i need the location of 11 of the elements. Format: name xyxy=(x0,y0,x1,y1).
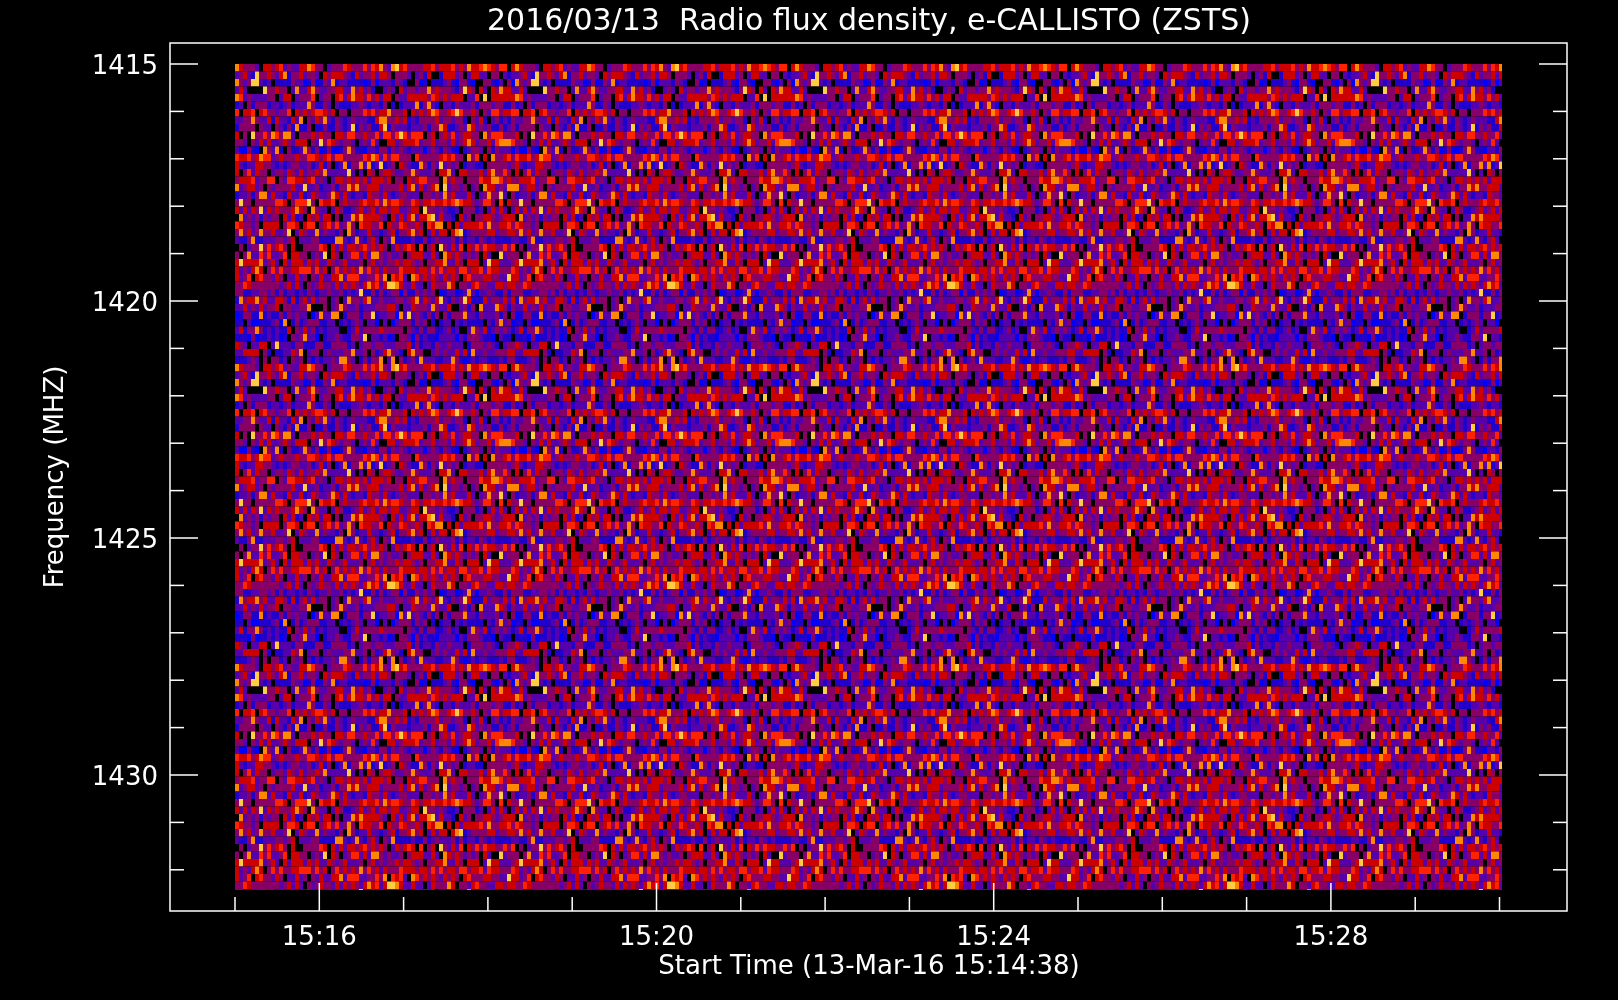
chart-title: 2016/03/13 Radio flux density, e-CALLISTO (ZSTS) xyxy=(487,2,1251,37)
y-tick-label: 1420 xyxy=(91,287,158,317)
x-tick-label: 15:24 xyxy=(956,921,1032,951)
x-tick-label: 15:28 xyxy=(1293,921,1369,951)
y-tick-label: 1415 xyxy=(91,50,158,80)
y-tick-label: 1425 xyxy=(91,524,158,554)
x-axis-label: Start Time (13-Mar-16 15:14:38) xyxy=(658,950,1080,980)
x-tick-label: 15:20 xyxy=(619,921,694,951)
y-axis-label: Frequency (MHZ) xyxy=(39,365,69,589)
x-tick-label: 15:16 xyxy=(281,921,357,951)
y-tick-label: 1430 xyxy=(91,761,158,791)
